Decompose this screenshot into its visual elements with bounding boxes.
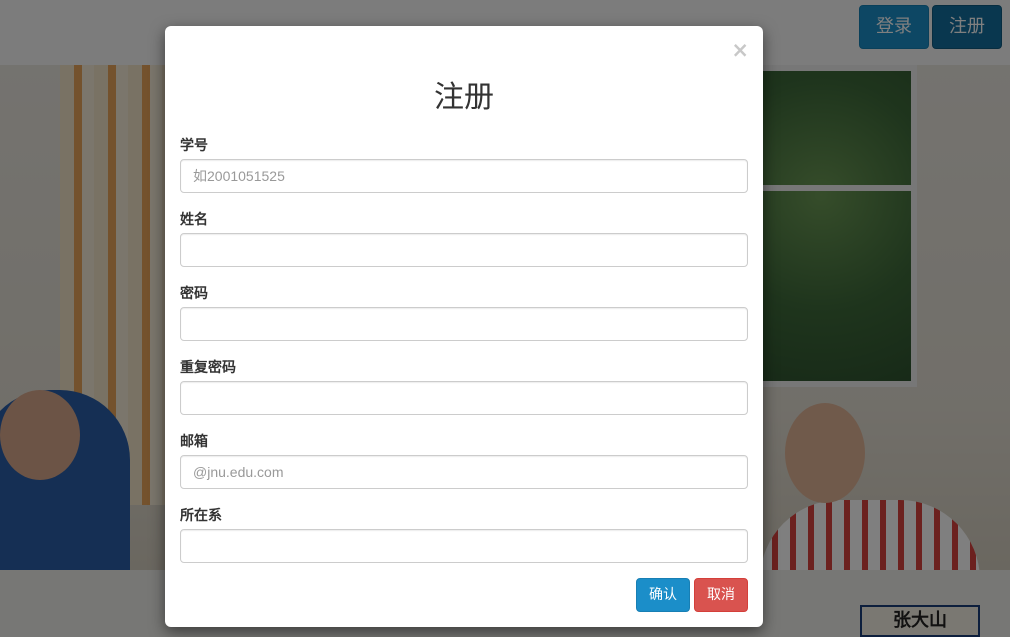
close-icon[interactable]: ×: [731, 40, 749, 61]
page: 登录 注册 张大山 × 注册 学号 姓名 密码 重复密码 邮箱 所在系 确认 取…: [0, 0, 1010, 637]
name-input[interactable]: [180, 233, 748, 267]
modal-title: 注册: [434, 80, 494, 115]
cancel-button[interactable]: 取消: [694, 578, 748, 612]
email-input[interactable]: [180, 455, 748, 489]
student-id-label: 学号: [180, 138, 208, 154]
name-label: 姓名: [180, 212, 208, 228]
email-label: 邮箱: [180, 434, 208, 450]
confirm-button[interactable]: 确认: [636, 578, 690, 612]
password-label: 密码: [180, 286, 208, 302]
repeat-password-label: 重复密码: [180, 360, 236, 376]
repeat-password-input[interactable]: [180, 381, 748, 415]
register-modal: × 注册 学号 姓名 密码 重复密码 邮箱 所在系 确认 取消: [165, 26, 763, 627]
department-label: 所在系: [180, 508, 222, 524]
student-id-input[interactable]: [180, 159, 748, 193]
password-input[interactable]: [180, 307, 748, 341]
department-input[interactable]: [180, 529, 748, 563]
